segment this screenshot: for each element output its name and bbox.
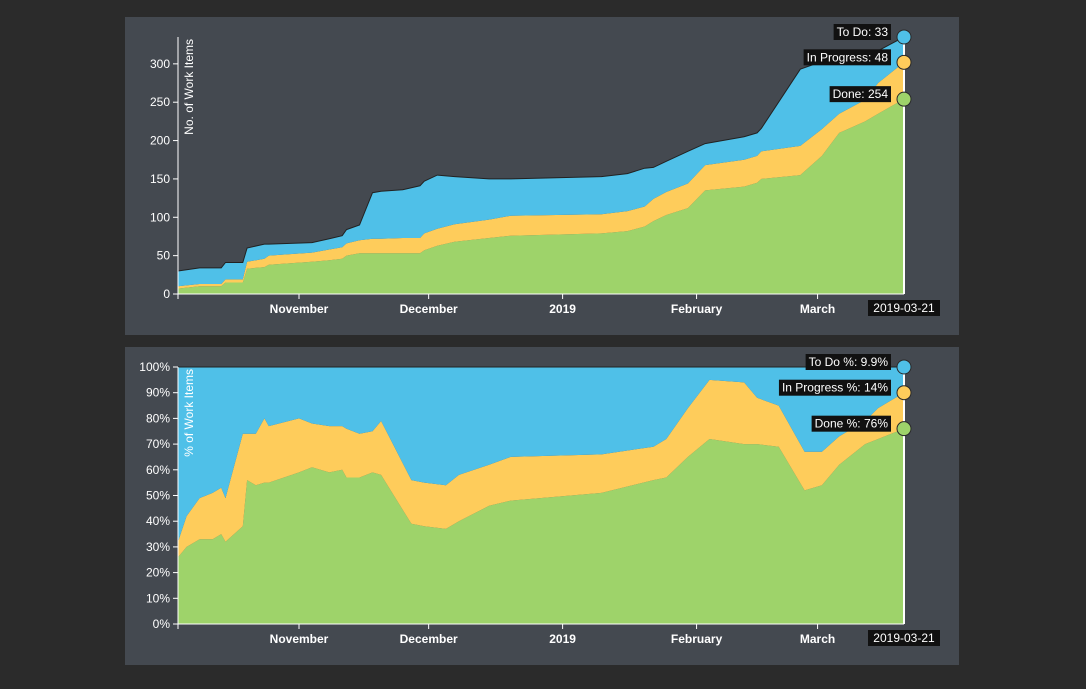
y-axis-title: % of Work Items (182, 369, 196, 457)
y-tick-label: 50% (146, 489, 170, 503)
y-tick-label: 100% (139, 360, 170, 374)
cumulative-flow-count-chart: 0 50 100 150 200 250 300 No. of Work Items Novem… (150, 24, 940, 316)
callout-done: Done: 254 (829, 86, 891, 103)
y-tick-label: 50 (157, 249, 171, 263)
y-tick-label: 80% (146, 411, 170, 425)
end-marker-to-do[interactable] (896, 359, 912, 375)
y-tick-label: 90% (146, 386, 170, 400)
y-tick-label: 300 (150, 57, 170, 71)
svg-text:2019-03-21: 2019-03-21 (873, 631, 935, 645)
y-tick-label: 70% (146, 437, 170, 451)
y-tick-label: 60% (146, 463, 170, 477)
end-marker-to-do[interactable] (896, 29, 912, 45)
callout-in-progress: In Progress: 48 (803, 49, 891, 66)
y-tick-label: 200 (150, 134, 170, 148)
x-tick-label: March (800, 632, 835, 646)
end-date-label: 2019-03-21 (868, 630, 940, 646)
callout-in-progress: In Progress %: 14% (778, 379, 891, 396)
x-tick-label: November (270, 632, 329, 646)
svg-text:In Progress %: 14%: In Progress %: 14% (782, 381, 888, 395)
x-tick-label: 2019 (549, 302, 576, 316)
cumulative-flow-percent-panel: 0% 10% 20% 30% 40% 50% 60% 70% 80% 90% 100% % of Wo… (125, 347, 959, 665)
end-marker-in-progress[interactable] (896, 385, 912, 401)
y-tick-label: 10% (146, 591, 170, 605)
svg-text:To Do %: 9.9%: To Do %: 9.9% (809, 355, 889, 369)
end-date-label: 2019-03-21 (868, 300, 940, 316)
y-tick-label: 250 (150, 95, 170, 109)
svg-text:Done: 254: Done: 254 (833, 87, 889, 101)
svg-text:To Do: 33: To Do: 33 (837, 25, 889, 39)
y-tick-label: 20% (146, 566, 170, 580)
callout-to-do: To Do %: 9.9% (805, 354, 891, 370)
x-tick-label: December (400, 632, 458, 646)
y-tick-label: 150 (150, 172, 170, 186)
svg-text:Done %: 76%: Done %: 76% (815, 417, 889, 431)
x-tick-label: November (270, 302, 329, 316)
y-tick-label: 30% (146, 540, 170, 554)
end-marker-done[interactable] (896, 91, 912, 107)
end-marker-done[interactable] (896, 421, 912, 437)
x-tick-label: March (800, 302, 835, 316)
callout-done: Done %: 76% (811, 415, 891, 432)
y-tick-label: 40% (146, 514, 170, 528)
y-tick-label: 100 (150, 210, 170, 224)
callout-to-do: To Do: 33 (833, 24, 891, 40)
x-tick-label: February (671, 632, 723, 646)
svg-text:In Progress: 48: In Progress: 48 (807, 50, 889, 64)
x-tick-label: December (400, 302, 458, 316)
x-tick-label: February (671, 302, 723, 316)
y-tick-label: 0% (153, 617, 171, 631)
end-marker-in-progress[interactable] (896, 54, 912, 70)
x-tick-label: 2019 (549, 632, 576, 646)
y-axis-title: No. of Work Items (182, 39, 196, 135)
svg-text:2019-03-21: 2019-03-21 (873, 301, 935, 315)
cumulative-flow-percent-chart: 0% 10% 20% 30% 40% 50% 60% 70% 80% 90% 100% % of Wo… (139, 354, 940, 646)
cumulative-flow-count-panel: 0 50 100 150 200 250 300 No. of Work Items Novem… (125, 17, 959, 335)
y-tick-label: 0 (163, 287, 170, 301)
